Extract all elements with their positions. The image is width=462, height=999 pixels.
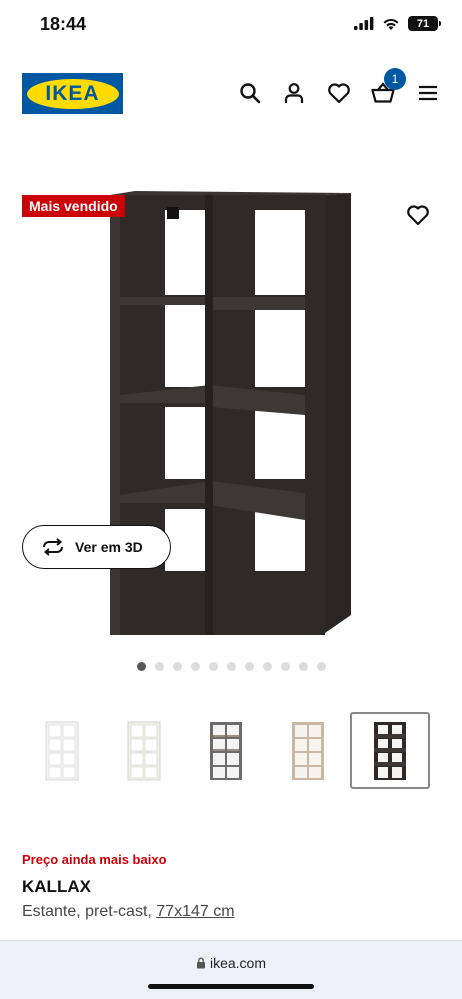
signal-icon — [354, 17, 374, 30]
cart-icon[interactable]: 1 — [370, 68, 406, 106]
status-icons: 71 — [354, 16, 441, 31]
carousel-dot[interactable] — [281, 662, 290, 671]
carousel-dot[interactable] — [227, 662, 236, 671]
carousel-dot[interactable] — [245, 662, 254, 671]
add-to-favorites-icon[interactable] — [406, 204, 430, 228]
lock-icon — [196, 957, 205, 969]
carousel-pagination — [137, 662, 326, 671]
variant-thumb-gray[interactable] — [186, 712, 266, 789]
carousel-dot[interactable] — [317, 662, 326, 671]
carousel-dot[interactable] — [137, 662, 146, 671]
cart-count-badge: 1 — [384, 68, 406, 90]
carousel-dot[interactable] — [173, 662, 182, 671]
status-bar: 18:44 71 — [0, 0, 462, 50]
logo-oval: IKEA — [26, 78, 119, 109]
variant-thumb-white-1[interactable] — [22, 712, 102, 789]
price-note: Preço ainda mais baixo — [22, 852, 167, 867]
home-indicator[interactable] — [148, 984, 314, 989]
product-image-carousel[interactable]: Mais vendido Ver em 3D — [0, 180, 462, 650]
carousel-dot[interactable] — [155, 662, 164, 671]
variant-thumb-white-stained-oak[interactable] — [268, 712, 348, 789]
account-icon[interactable] — [281, 80, 307, 106]
view-in-3d-label: Ver em 3D — [75, 539, 143, 555]
product-name: KALLAX — [22, 877, 91, 896]
menu-icon[interactable] — [415, 80, 441, 106]
site-header: IKEA 1 — [0, 68, 462, 118]
product-image — [110, 191, 351, 635]
view-in-3d-button[interactable]: Ver em 3D — [22, 525, 171, 569]
wifi-icon — [383, 18, 399, 30]
search-icon[interactable] — [237, 80, 263, 106]
carousel-dot[interactable] — [263, 662, 272, 671]
status-time: 18:44 — [40, 14, 87, 34]
variant-thumb-black-brown[interactable] — [350, 712, 430, 789]
best-seller-badge: Mais vendido — [22, 195, 125, 217]
battery-icon: 71 — [408, 16, 441, 31]
product-size-link[interactable]: 77x147 cm — [156, 903, 234, 920]
favorites-icon[interactable] — [326, 80, 352, 106]
url-display[interactable]: ikea.com — [0, 955, 462, 971]
ikea-logo[interactable]: IKEA — [22, 73, 123, 114]
url-text: ikea.com — [209, 955, 267, 971]
color-variants — [22, 712, 432, 789]
logo-text: IKEA — [45, 81, 100, 105]
browser-url-bar[interactable]: ikea.com — [0, 940, 462, 999]
product-description: Estante, pret-cast, 77x147 cm — [22, 903, 442, 921]
rotate-3d-icon — [43, 538, 63, 556]
carousel-dot[interactable] — [209, 662, 218, 671]
carousel-dot[interactable] — [299, 662, 308, 671]
carousel-dot[interactable] — [191, 662, 200, 671]
product-info: Preço ainda mais baixo KALLAX Estante, p… — [22, 852, 442, 921]
variant-thumb-white-2[interactable] — [104, 712, 184, 789]
battery-level: 71 — [416, 17, 430, 30]
product-type: Estante, pret-cast, — [22, 903, 157, 920]
